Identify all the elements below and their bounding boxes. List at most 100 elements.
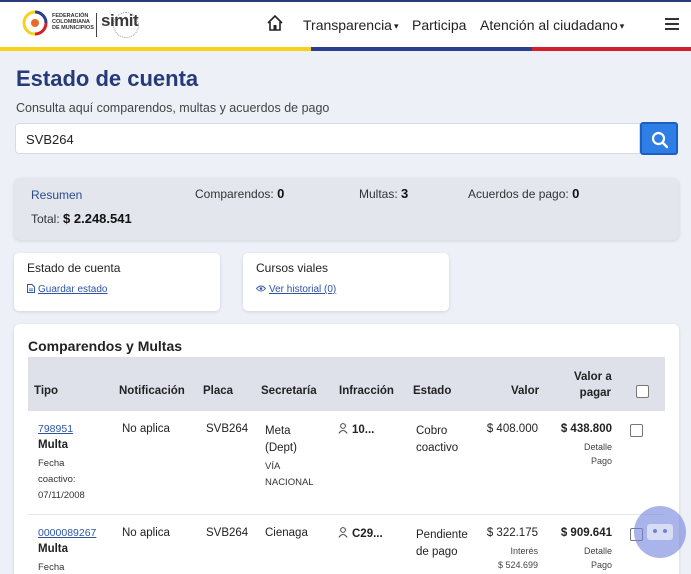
search-button[interactable]	[640, 122, 678, 155]
row-checkbox[interactable]	[630, 424, 643, 437]
acuerdos-stat: Acuerdos de pago: 0	[468, 186, 579, 201]
row-valor: $ 322.175	[486, 527, 538, 539]
federation-name: FEDERACIÓN COLOMBIANA DE MUNICIPIOS	[52, 13, 94, 31]
row-interes-label: Interés	[510, 546, 538, 556]
ver-historial-link[interactable]: Ver historial (0)	[255, 284, 337, 295]
col-notificacion: Notificación	[119, 385, 185, 397]
estado-cuenta-card: Estado de cuenta Guardar estado	[14, 253, 220, 311]
col-infraccion: Infracción	[339, 385, 394, 397]
chatbot-icon	[647, 524, 673, 540]
row-detalle-pago: Detalle Pago	[568, 440, 612, 468]
page-title: Estado de cuenta	[16, 66, 199, 91]
simit-logo: simit	[101, 11, 139, 30]
row-estado: Pendiente de pago	[416, 527, 468, 561]
col-valor-pagar-line1: Valor a	[574, 371, 612, 383]
acuerdos-label: Acuerdos de pago:	[468, 187, 569, 201]
row-fecha-label-2: coactivo:	[38, 474, 76, 485]
row-infraccion[interactable]: 10...	[338, 423, 374, 436]
col-valor: Valor	[511, 385, 540, 397]
row-notificacion: No aplica	[122, 527, 170, 539]
select-all-checkbox[interactable]	[636, 385, 649, 398]
row-detalle-2: Pago	[590, 560, 612, 570]
row-valor: $ 408.000	[486, 423, 538, 435]
chevron-down-icon: ▾	[393, 21, 399, 31]
comparendos-stat: Comparendos: 0	[195, 186, 284, 201]
row-secretaria-4: NACIONAL	[265, 477, 314, 488]
row-secretaria-3: VÍA	[265, 461, 281, 472]
nav-atencion-ciudadano[interactable]: Atención al ciudadano ▾	[480, 17, 624, 33]
row-infraccion[interactable]: C29...	[338, 527, 383, 540]
chatbot-button[interactable]	[634, 506, 686, 558]
row-secretaria: Cienaga	[265, 527, 308, 539]
row-notificacion: No aplica	[122, 423, 170, 435]
nav-participa[interactable]: Participa	[412, 17, 466, 33]
table-row: 0000089267 Multa Fecha No aplica SVB264 …	[28, 524, 665, 574]
home-icon[interactable]	[266, 14, 284, 32]
menu-icon[interactable]	[665, 18, 679, 30]
total-amount: Total: $ 2.248.541	[31, 211, 132, 226]
row-tipo: Multa	[38, 439, 69, 451]
person-icon	[338, 423, 348, 434]
row-secretaria-1: Meta	[265, 425, 291, 437]
row-tipo: Multa	[38, 543, 69, 555]
comparendos-multas-panel: Comparendos y Multas Tipo Notificación P…	[14, 324, 679, 574]
comparendos-count: 0	[277, 186, 285, 201]
eye-icon	[255, 285, 267, 292]
row-secretaria-via: VÍA NACIONAL	[265, 459, 314, 491]
table-row: 798951 Multa Fecha coactivo: 07/11/2008 …	[28, 420, 665, 510]
comparendo-number-link[interactable]: 0000089267	[38, 527, 96, 539]
logo-divider	[96, 13, 97, 37]
comparendos-label: Comparendos:	[195, 187, 274, 201]
col-placa: Placa	[203, 385, 234, 397]
row-estado-2: de pago	[416, 546, 458, 558]
multas-count: 3	[401, 186, 409, 201]
federation-logo-icon	[22, 10, 48, 36]
person-icon	[338, 527, 348, 538]
site-header: FEDERACIÓN COLOMBIANA DE MUNICIPIOS simi…	[0, 2, 691, 47]
table-title: Comparendos y Multas	[28, 338, 183, 354]
multas-label: Multas:	[359, 187, 398, 201]
row-fecha-label: Fecha	[38, 562, 65, 573]
row-placa: SVB264	[206, 423, 249, 435]
row-interes-value: $ 524.699	[497, 560, 538, 570]
row-infraccion-code: C29...	[352, 528, 383, 540]
row-interes: Interés $ 524.699	[476, 544, 538, 572]
row-valor-pagar: $ 909.641	[560, 527, 612, 539]
row-estado-1: Cobro	[416, 425, 448, 437]
summary-label[interactable]: Resumen	[31, 188, 82, 202]
row-estado-1: Pendiente	[416, 529, 468, 541]
guardar-estado-link[interactable]: Guardar estado	[27, 284, 108, 295]
total-value: $ 2.248.541	[63, 211, 132, 226]
nav-transparencia-label: Transparencia	[303, 17, 392, 33]
estado-cuenta-card-title: Estado de cuenta	[27, 261, 121, 275]
row-detalle-pago: Detalle Pago	[568, 544, 612, 572]
col-valor-pagar-line2: pagar	[579, 387, 611, 399]
row-fecha-label: Fecha	[38, 458, 65, 469]
row-detalle-1: Detalle	[583, 442, 612, 452]
multas-stat: Multas: 3	[359, 186, 408, 201]
total-label: Total:	[31, 212, 60, 226]
nav-atencion-label: Atención al ciudadano	[480, 17, 618, 33]
nav-participa-label: Participa	[412, 17, 467, 33]
row-fecha: 07/11/2008	[38, 490, 85, 501]
plate-search-input[interactable]: SVB264	[15, 123, 640, 154]
cursos-viales-card: Cursos viales Ver historial (0)	[243, 253, 449, 311]
row-placa: SVB264	[206, 527, 249, 539]
guardar-estado-label: Guardar estado	[38, 284, 108, 295]
comparendo-number-link[interactable]: 798951	[38, 423, 73, 435]
row-estado-2: coactivo	[416, 442, 459, 454]
ver-historial-label: Ver historial (0)	[269, 284, 337, 295]
table-header: Tipo Notificación Placa Secretaría Infra…	[28, 357, 665, 411]
flag-stripe	[0, 47, 691, 51]
chevron-down-icon: ▾	[619, 21, 625, 31]
row-valor-pagar: $ 438.800	[560, 423, 612, 435]
row-divider	[28, 514, 665, 515]
search-icon	[651, 131, 669, 149]
nav-transparencia[interactable]: Transparencia ▾	[303, 17, 399, 33]
row-detalle-2: Pago	[590, 456, 612, 466]
cursos-viales-card-title: Cursos viales	[256, 261, 329, 275]
row-secretaria: Meta (Dept)	[265, 423, 297, 457]
summary-panel: Resumen Comparendos: 0 Multas: 3 Acuerdo…	[14, 178, 679, 240]
col-tipo: Tipo	[34, 385, 59, 397]
acuerdos-count: 0	[572, 186, 580, 201]
